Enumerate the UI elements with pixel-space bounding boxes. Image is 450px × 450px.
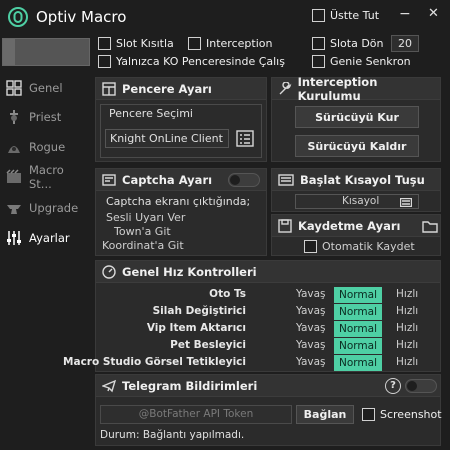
slot-limit-checkbox[interactable]: Slot Kısıtla <box>98 37 174 50</box>
window-settings-panel: Pencere Ayarı Pencere Seçimi Knight OnLi… <box>95 77 267 162</box>
hotkey-field[interactable]: Kısayol <box>295 194 419 209</box>
app-title: Optiv Macro <box>36 8 127 26</box>
app-logo <box>8 7 28 27</box>
captcha-panel: Captcha Ayarı Captcha ekranı çıktığında;… <box>95 168 267 256</box>
speed-row-vip: Vip Item Aktarıcı Yavaş Normal Hızlı <box>146 321 419 337</box>
interception-panel: Interception Kurulumu Sürücüyü Kur Sürüc… <box>271 74 441 162</box>
speed-row-silah: Silah Değiştirici Yavaş Normal Hızlı <box>152 304 419 320</box>
list-icon <box>236 130 254 147</box>
speed-row-oto-ts: Oto Ts Yavaş Normal Hızlı <box>209 287 419 303</box>
close-button[interactable]: ✕ <box>428 6 439 21</box>
start-hotkey-title: Başlat Kısayol Tuşu <box>300 172 425 187</box>
captcha-toggle[interactable] <box>228 173 260 187</box>
telegram-icon <box>102 379 116 392</box>
priest-icon <box>6 109 22 125</box>
telegram-status: Durum: Bağlantı yapılmadı. <box>100 429 245 441</box>
only-ko-window-checkbox[interactable]: Yalnızca KO Penceresinde Çalış <box>98 55 285 68</box>
telegram-panel: Telegram Bildirimleri ? @BotFather API T… <box>95 374 442 446</box>
window-select-field[interactable]: Knight OnLine Client <box>105 129 229 148</box>
logo-icon <box>8 7 28 27</box>
captcha-town-option[interactable]: Town'a Git <box>114 225 171 238</box>
profile-swatch[interactable] <box>2 38 90 66</box>
window-list-button[interactable] <box>235 129 255 148</box>
speed-value[interactable]: Normal <box>334 321 382 337</box>
start-hotkey-panel: Başlat Kısayol Tuşu Kısayol <box>271 168 441 212</box>
captcha-sound-option[interactable]: Sesli Uyarı Ver <box>106 211 185 224</box>
speed-value[interactable]: Normal <box>334 338 382 354</box>
open-folder-button[interactable] <box>422 220 438 233</box>
captcha-icon <box>102 173 116 186</box>
speed-row-pet: Pet Besleyici Yavaş Normal Hızlı <box>170 338 419 354</box>
speed-value[interactable]: Normal <box>334 304 382 320</box>
rogue-icon <box>6 139 22 155</box>
sidebar-item-upgrade[interactable]: Upgrade <box>0 195 90 221</box>
captcha-when-label: Captcha ekranı çıktığında; <box>106 195 251 208</box>
window-select-label: Pencere Seçimi <box>109 107 193 120</box>
grid-icon <box>6 80 22 96</box>
genie-sync-checkbox[interactable]: Genie Senkron <box>312 55 411 68</box>
telegram-toggle[interactable] <box>405 379 437 393</box>
wrench-icon <box>279 81 292 94</box>
help-icon[interactable]: ? <box>385 378 401 394</box>
speedometer-icon <box>102 264 116 279</box>
sliders-icon <box>6 230 22 246</box>
captcha-coord-option[interactable]: Koordinat'a Git <box>102 239 184 252</box>
window-icon <box>102 81 116 96</box>
auto-save-checkbox[interactable]: Otomatik Kaydet <box>304 240 415 253</box>
speed-value[interactable]: Normal <box>334 355 382 371</box>
slot-turn-checkbox[interactable]: Slota Dön <box>312 37 384 50</box>
folder-icon <box>422 221 438 233</box>
speed-row-macro-studio: Macro Studio Görsel Tetikleyici Yavaş No… <box>63 355 419 371</box>
telegram-title: Telegram Bildirimleri <box>122 378 258 393</box>
save-settings-panel: Kaydetme Ayarı Otomatik Kaydet <box>271 214 441 256</box>
film-icon <box>6 169 22 185</box>
window-settings-title: Pencere Ayarı <box>122 81 212 96</box>
sidebar-item-ayarlar[interactable]: Ayarlar <box>0 225 90 251</box>
always-on-top-checkbox[interactable]: Üstte Tut <box>312 9 379 22</box>
speed-title: Genel Hız Kontrolleri <box>122 264 257 279</box>
sidebar-item-rogue[interactable]: Rogue <box>0 134 90 160</box>
install-driver-button[interactable]: Sürücüyü Kur <box>295 106 419 128</box>
sidebar-item-genel[interactable]: Genel <box>0 75 90 101</box>
connect-button[interactable]: Bağlan <box>296 405 354 424</box>
api-token-input[interactable]: @BotFather API Token <box>100 405 292 424</box>
keyboard-icon <box>278 173 294 186</box>
keyboard-small-icon <box>400 198 412 207</box>
slot-turn-input[interactable]: 20 <box>391 35 419 52</box>
interception-checkbox[interactable]: Interception <box>188 37 272 50</box>
interception-title: Interception Kurulumu <box>297 74 378 103</box>
speed-value[interactable]: Normal <box>334 287 382 303</box>
window-select-group: Pencere Seçimi Knight OnLine Client <box>100 104 262 158</box>
sidebar-item-priest[interactable]: Priest <box>0 104 90 130</box>
remove-driver-button[interactable]: Sürücüyü Kaldır <box>295 135 419 157</box>
screenshot-checkbox[interactable]: Screenshot <box>362 408 442 421</box>
save-settings-title: Kaydetme Ayarı <box>298 218 401 233</box>
minimize-button[interactable]: − <box>399 6 411 22</box>
anvil-icon <box>6 200 22 216</box>
save-icon <box>278 218 292 233</box>
sidebar-item-macro-studio[interactable]: Macro St... <box>0 163 90 191</box>
captcha-title: Captcha Ayarı <box>122 172 213 187</box>
